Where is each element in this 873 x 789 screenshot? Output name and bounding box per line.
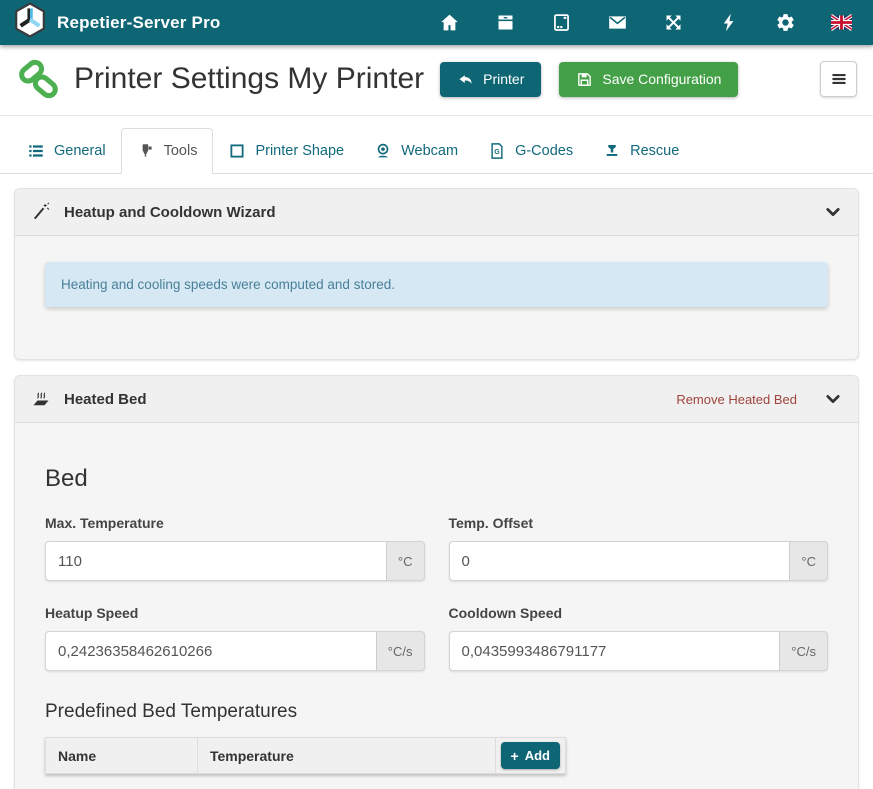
save-configuration-button[interactable]: Save Configuration xyxy=(559,62,738,97)
add-column-cell: + Add xyxy=(495,737,566,774)
gear-icon[interactable] xyxy=(774,11,797,34)
tab-bar: General Tools Printer Shape Webcam G G-C… xyxy=(0,116,873,174)
extruder-icon xyxy=(137,142,155,160)
tab-gcodes[interactable]: G G-Codes xyxy=(473,129,588,173)
field-heatup-speed: Heatup Speed °C/s xyxy=(45,605,425,671)
unit-addon: °C xyxy=(790,541,828,581)
unit-addon: °C/s xyxy=(377,631,425,671)
temp-offset-input[interactable] xyxy=(449,541,791,581)
wizard-panel-title: Heatup and Cooldown Wizard xyxy=(64,204,276,221)
svg-text:G: G xyxy=(494,148,500,156)
chevron-down-icon[interactable] xyxy=(824,390,842,408)
max-temperature-input[interactable] xyxy=(45,541,387,581)
heated-bed-panel-body: Bed Max. Temperature °C Temp. Offset °C xyxy=(15,423,858,789)
repetier-logo-icon xyxy=(14,2,46,43)
tab-rescue[interactable]: Rescue xyxy=(588,129,694,173)
wizard-panel: Heatup and Cooldown Wizard Heating and c… xyxy=(14,188,859,360)
rescue-icon xyxy=(603,142,621,160)
wizard-panel-body: Heating and cooling speeds were computed… xyxy=(15,236,858,359)
field-max-temperature: Max. Temperature °C xyxy=(45,515,425,581)
bed-section-title: Bed xyxy=(45,465,828,493)
max-temperature-label: Max. Temperature xyxy=(45,515,425,531)
page-header: Printer Settings My Printer Printer Save… xyxy=(0,45,873,116)
name-column-header: Name xyxy=(45,737,197,774)
tab-tools[interactable]: Tools xyxy=(121,128,214,174)
cooldown-speed-label: Cooldown Speed xyxy=(449,605,829,621)
info-alert: Heating and cooling speeds were computed… xyxy=(45,262,828,307)
temperature-column-header: Temperature xyxy=(197,737,495,774)
book-icon[interactable] xyxy=(550,11,573,34)
heated-bed-panel-title: Heated Bed xyxy=(64,391,147,408)
unit-addon: °C xyxy=(387,541,425,581)
unit-addon: °C/s xyxy=(780,631,828,671)
save-icon xyxy=(576,71,593,88)
heatup-speed-input[interactable] xyxy=(45,631,377,671)
archive-box-icon[interactable] xyxy=(494,11,517,34)
wizard-panel-header[interactable]: Heatup and Cooldown Wizard xyxy=(15,189,858,236)
heated-bed-panel: Heated Bed Remove Heated Bed Bed Max. Te… xyxy=(14,375,859,789)
printer-button[interactable]: Printer xyxy=(440,62,541,97)
webcam-icon xyxy=(374,142,392,160)
bed-form: Max. Temperature °C Temp. Offset °C Heat… xyxy=(45,515,828,671)
expand-arrows-icon[interactable] xyxy=(662,11,685,34)
navbar-icons xyxy=(438,11,853,34)
field-temp-offset: Temp. Offset °C xyxy=(449,515,829,581)
magic-wand-icon xyxy=(31,202,51,222)
gcode-file-icon: G xyxy=(488,142,506,160)
remove-heated-bed-link[interactable]: Remove Heated Bed xyxy=(676,392,797,407)
tab-general[interactable]: General xyxy=(12,129,121,173)
predefined-temps-table: Name Temperature + Add xyxy=(45,737,566,774)
page: Repetier-Server Pro xyxy=(0,0,873,789)
uk-flag-icon[interactable] xyxy=(830,11,853,34)
table-header-row: Name Temperature + Add xyxy=(45,737,566,774)
heatup-speed-label: Heatup Speed xyxy=(45,605,425,621)
cooldown-speed-input[interactable] xyxy=(449,631,781,671)
heated-bed-icon xyxy=(31,389,51,409)
bolt-icon[interactable] xyxy=(718,11,741,34)
chevron-down-icon[interactable] xyxy=(824,203,842,221)
list-icon xyxy=(27,142,45,160)
hamburger-icon xyxy=(829,69,849,89)
navbar: Repetier-Server Pro xyxy=(0,0,873,45)
square-icon xyxy=(228,142,246,160)
tab-printer-shape[interactable]: Printer Shape xyxy=(213,129,359,173)
page-title: Printer Settings My Printer xyxy=(74,62,424,96)
add-temperature-button[interactable]: + Add xyxy=(501,742,560,769)
heated-bed-panel-header[interactable]: Heated Bed Remove Heated Bed xyxy=(15,376,858,423)
menu-button[interactable] xyxy=(820,61,857,97)
home-icon[interactable] xyxy=(438,11,461,34)
reply-arrow-icon xyxy=(457,71,474,88)
tab-webcam[interactable]: Webcam xyxy=(359,129,473,173)
predefined-temps-title: Predefined Bed Temperatures xyxy=(45,701,828,723)
field-cooldown-speed: Cooldown Speed °C/s xyxy=(449,605,829,671)
chain-link-icon xyxy=(16,57,60,101)
plus-icon: + xyxy=(511,749,519,763)
mail-icon[interactable] xyxy=(606,11,629,34)
brand[interactable]: Repetier-Server Pro xyxy=(14,2,220,43)
temp-offset-label: Temp. Offset xyxy=(449,515,829,531)
brand-title: Repetier-Server Pro xyxy=(57,13,220,33)
